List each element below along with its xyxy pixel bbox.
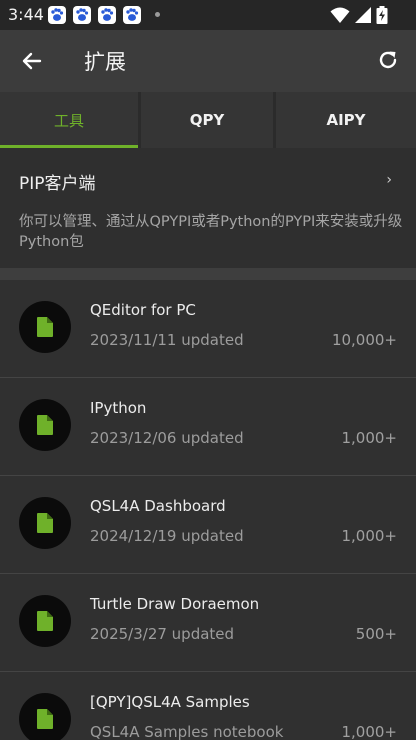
section-divider: [0, 268, 416, 280]
file-icon: [37, 317, 53, 337]
pip-client-description: 你可以管理、通过从QPYPI或者Python的PYPI来安装或升级Python包: [19, 214, 403, 250]
battery-icon: [376, 6, 388, 24]
more-notifications-dot-icon: [155, 12, 160, 17]
list-item[interactable]: IPython 2023/12/06 updated 1,000+: [0, 378, 416, 476]
list-item[interactable]: [QPY]QSL4A Samples QSL4A Samples noteboo…: [0, 672, 416, 740]
list-item[interactable]: Turtle Draw Doraemon 2025/3/27 updated 5…: [0, 574, 416, 672]
list-item[interactable]: QSL4A Dashboard 2024/12/19 updated 1,000…: [0, 476, 416, 574]
tab-aipy[interactable]: AIPY: [276, 92, 416, 148]
avatar: [19, 301, 71, 353]
item-subtitle: QSL4A Samples notebook: [90, 723, 284, 740]
tab-qpy[interactable]: QPY: [141, 92, 273, 148]
baidu-paw-icon: [73, 6, 91, 24]
item-download-count: 500+: [355, 625, 397, 643]
item-subtitle: 2023/11/11 updated: [90, 331, 244, 349]
item-subtitle: 2024/12/19 updated: [90, 527, 244, 545]
refresh-icon: [379, 51, 397, 69]
file-icon: [37, 611, 53, 631]
page-title: 扩展: [84, 50, 126, 74]
pip-client-title: PIP客户端: [19, 174, 96, 194]
file-icon: [37, 415, 53, 435]
tab-tools[interactable]: 工具: [0, 92, 138, 148]
item-download-count: 10,000+: [331, 331, 397, 349]
signal-icon: [355, 7, 371, 23]
baidu-paw-icon: [48, 6, 66, 24]
item-title: [QPY]QSL4A Samples: [90, 693, 250, 711]
status-time: 3:44: [8, 5, 44, 24]
tab-bar: 工具 QPY AIPY: [0, 92, 416, 148]
item-subtitle: 2025/3/27 updated: [90, 625, 235, 643]
extension-list[interactable]: QEditor for PC 2023/11/11 updated 10,000…: [0, 280, 416, 740]
baidu-paw-icon: [123, 6, 141, 24]
avatar: [19, 693, 71, 740]
avatar: [19, 595, 71, 647]
list-item[interactable]: QEditor for PC 2023/11/11 updated 10,000…: [0, 280, 416, 378]
file-icon: [37, 513, 53, 533]
app-bar: 扩展: [0, 30, 416, 92]
arrow-left-icon: [22, 52, 42, 70]
item-subtitle: 2023/12/06 updated: [90, 429, 244, 447]
item-download-count: 1,000+: [341, 527, 397, 545]
avatar: [19, 497, 71, 549]
baidu-paw-icon: [98, 6, 116, 24]
item-title: QEditor for PC: [90, 301, 196, 319]
status-bar: 3:44: [0, 0, 416, 30]
item-title: QSL4A Dashboard: [90, 497, 226, 515]
item-download-count: 1,000+: [341, 723, 397, 740]
item-title: IPython: [90, 399, 147, 417]
item-download-count: 1,000+: [341, 429, 397, 447]
system-status-icons: [330, 6, 406, 24]
wifi-icon: [330, 7, 350, 23]
back-button[interactable]: [20, 49, 44, 73]
pip-client-card[interactable]: PIP客户端 › 你可以管理、通过从QPYPI或者Python的PYPI来安装或…: [0, 148, 416, 268]
refresh-button[interactable]: [376, 48, 400, 72]
chevron-right-icon: ›: [386, 172, 392, 188]
avatar: [19, 399, 71, 451]
item-title: Turtle Draw Doraemon: [90, 595, 260, 613]
file-icon: [37, 709, 53, 729]
